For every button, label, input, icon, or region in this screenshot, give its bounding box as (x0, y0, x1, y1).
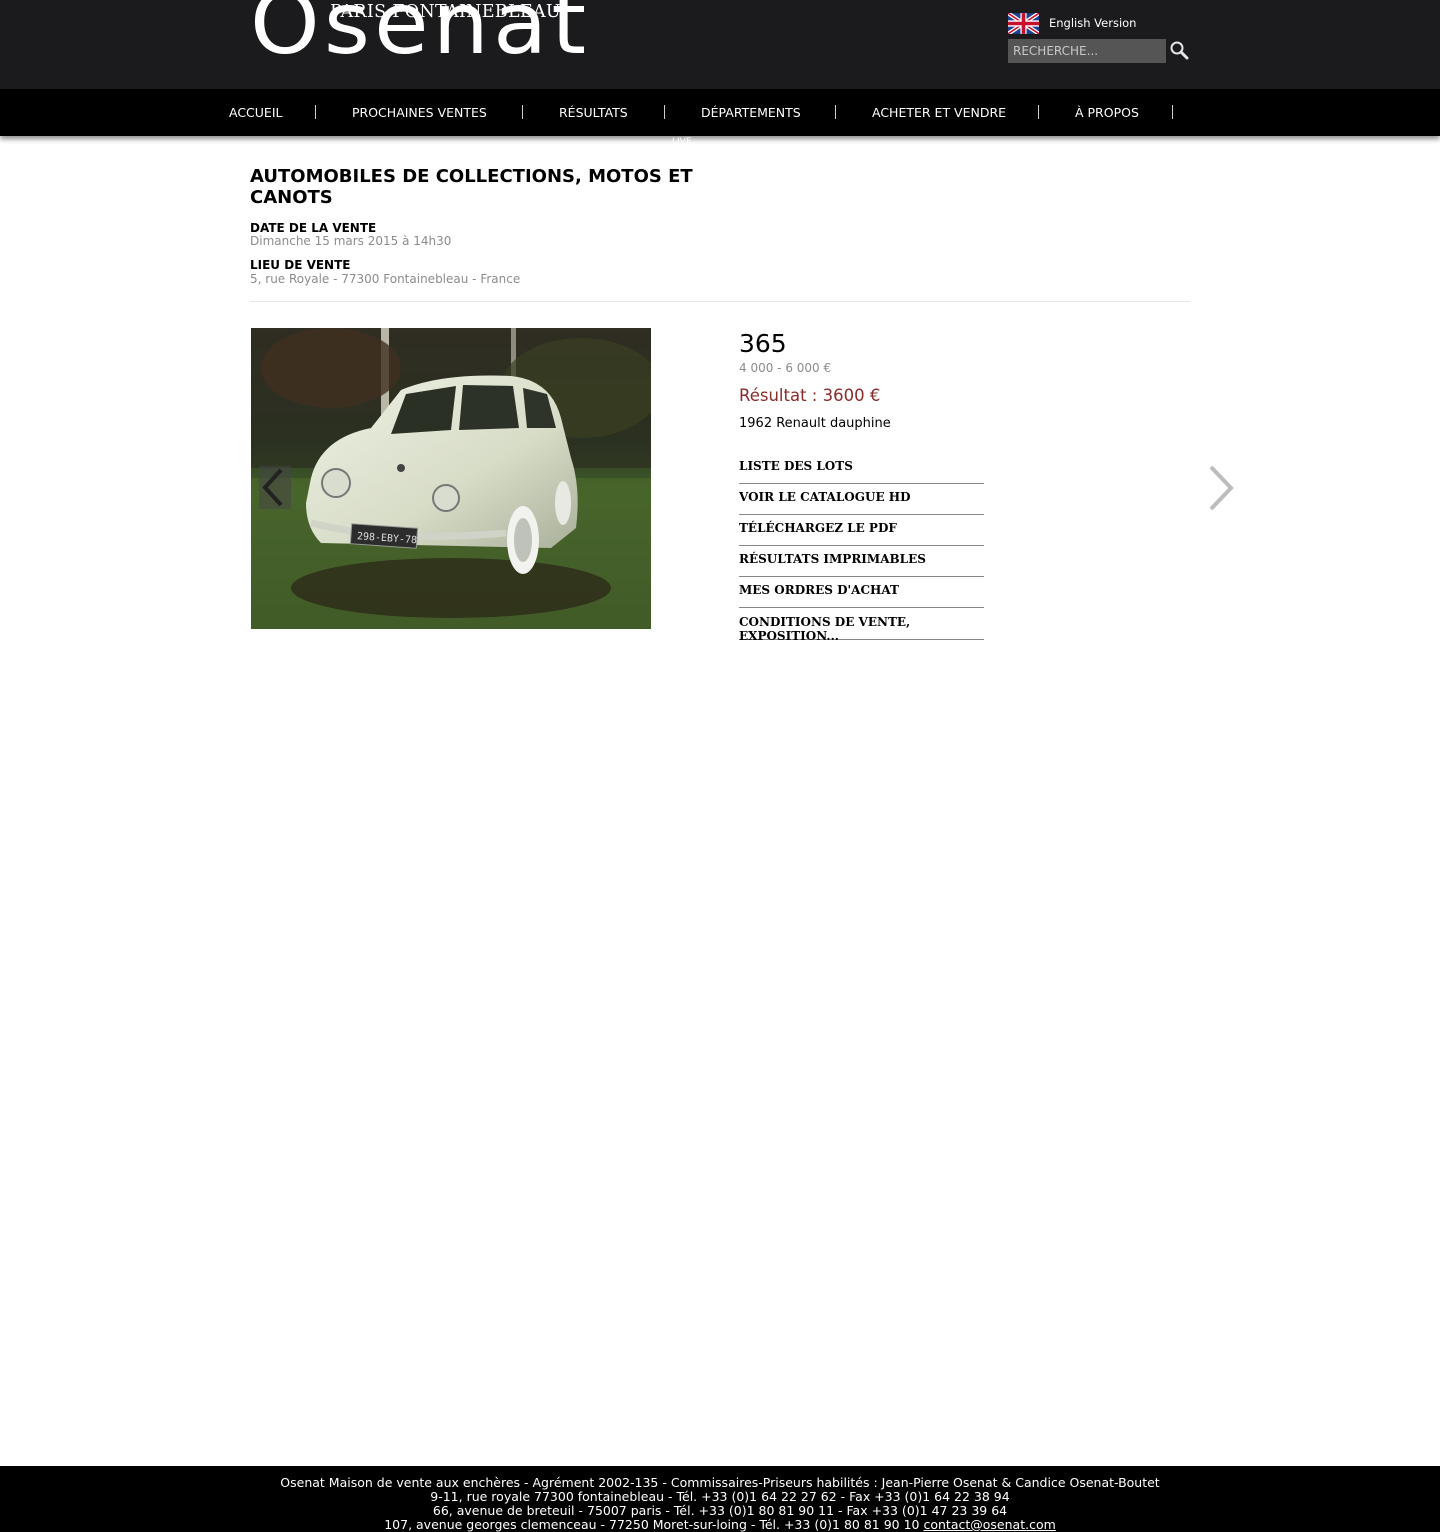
link-mes-ordres-achat[interactable]: MES ORDRES D'ACHAT (739, 577, 984, 608)
footer-line-moret: 107, avenue georges clemenceau - 77250 M… (0, 1518, 1440, 1532)
lot-photo[interactable]: 298-EBY-78 (251, 328, 651, 629)
section-divider (250, 301, 1190, 302)
sale-date-value: Dimanche 15 mars 2015 à 14h30 (250, 234, 452, 248)
nav-item-accueil[interactable]: ACCUEIL (229, 105, 283, 120)
nav-divider (1172, 105, 1173, 119)
nav-divider (522, 105, 523, 119)
live-label[interactable]: LIVE (672, 137, 692, 147)
sale-place-value: 5, rue Royale - 77300 Fontainebleau - Fr… (250, 272, 521, 286)
footer-moret-address: 107, avenue georges clemenceau - 77250 M… (384, 1517, 920, 1532)
nav-divider (1038, 105, 1039, 119)
footer-line-fontainebleau: 9-11, rue royale 77300 fontainebleau - T… (430, 1489, 1010, 1504)
link-telecharger-pdf[interactable]: TÉLÉCHARGEZ LE PDF (739, 515, 984, 546)
link-liste-des-lots[interactable]: LISTE DES LOTS (739, 453, 984, 484)
lot-result: Résultat : 3600 € (739, 386, 881, 405)
contact-email-link[interactable]: contact@osenat.com (923, 1517, 1055, 1532)
chevron-left-icon (262, 468, 283, 507)
footer-line-company: Osenat Maison de vente aux enchères - Ag… (280, 1475, 1160, 1490)
search-icon[interactable] (1169, 40, 1189, 60)
link-resultats-imprimables[interactable]: RÉSULTATS IMPRIMABLES (739, 546, 984, 577)
english-version-link[interactable]: English Version (1049, 16, 1136, 30)
sale-title: AUTOMOBILES DE COLLECTIONS, MOTOS ET CAN… (250, 166, 693, 208)
previous-photo-button[interactable] (259, 466, 291, 509)
osenat-logo[interactable]: PARIS FONTAINEBLEAU Osenat (250, 0, 590, 74)
link-voir-catalogue-hd[interactable]: VOIR LE CATALOGUE HD (739, 484, 984, 515)
nav-divider (664, 105, 665, 119)
sale-date-label: DATE DE LA VENTE (250, 221, 377, 235)
language-switch[interactable]: English Version (1008, 12, 1136, 34)
lot-number: 365 (739, 329, 787, 358)
sale-place-label: LIEU DE VENTE (250, 258, 351, 272)
chevron-right-icon[interactable] (1207, 464, 1237, 512)
site-header: PARIS FONTAINEBLEAU Osenat English Versi… (0, 0, 1440, 89)
site-footer: Osenat Maison de vente aux enchères - Ag… (0, 1466, 1440, 1532)
nav-item-a-propos[interactable]: À PROPOS (1075, 105, 1139, 120)
lot-estimate: 4 000 - 6 000 € (739, 361, 832, 375)
search-input[interactable] (1008, 39, 1166, 63)
nav-item-resultats[interactable]: RÉSULTATS (559, 105, 628, 120)
nav-item-departements[interactable]: DÉPARTEMENTS (701, 105, 801, 120)
logo-brand: Osenat (250, 0, 591, 74)
nav-item-prochaines-ventes[interactable]: PROCHAINES VENTES (352, 105, 487, 120)
main-nav: ACCUEIL PROCHAINES VENTES RÉSULTATS DÉPA… (0, 89, 1440, 136)
uk-flag-icon (1008, 12, 1039, 34)
nav-divider (315, 105, 316, 119)
nav-divider (835, 105, 836, 119)
sale-links: LISTE DES LOTS VOIR LE CATALOGUE HD TÉLÉ… (739, 453, 984, 643)
lot-description: 1962 Renault dauphine (739, 416, 891, 431)
footer-line-paris: 66, avenue de breteuil - 75007 paris - T… (432, 1503, 1008, 1518)
nav-item-acheter-et-vendre[interactable]: ACHETER ET VENDRE (872, 105, 1006, 120)
link-conditions-de-vente[interactable]: CONDITIONS DE VENTE, EXPOSITION... (739, 608, 984, 643)
